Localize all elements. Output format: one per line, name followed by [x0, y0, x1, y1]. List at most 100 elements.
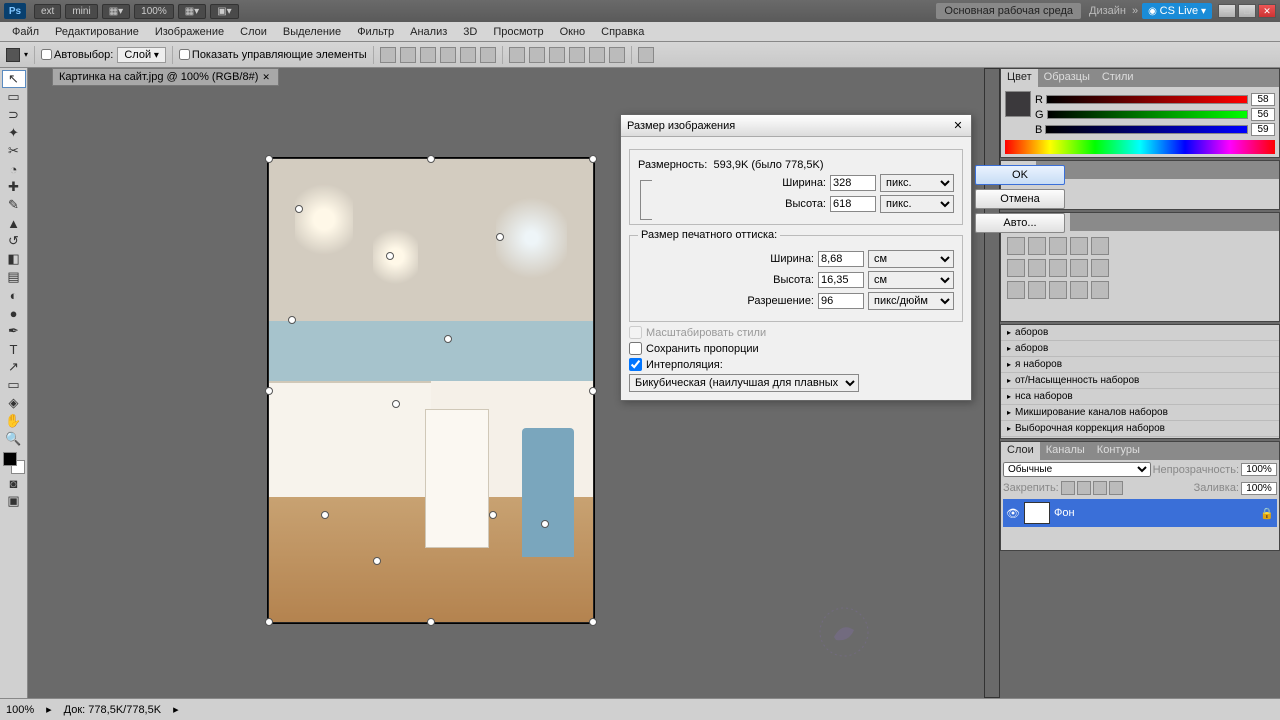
autoselect-check[interactable]: Автовыбор:	[41, 49, 113, 61]
mini-btn[interactable]: mini	[65, 4, 97, 19]
distribute-icon[interactable]	[529, 47, 545, 63]
adj-icon[interactable]	[1049, 259, 1067, 277]
current-color-icon[interactable]	[1005, 91, 1031, 117]
pixel-height-input[interactable]	[830, 196, 876, 212]
menu-view[interactable]: Просмотр	[485, 24, 551, 40]
adj-icon[interactable]	[1091, 259, 1109, 277]
align-icon[interactable]	[480, 47, 496, 63]
cancel-button[interactable]: Отмена	[975, 189, 1065, 209]
print-width-unit[interactable]: см	[868, 250, 954, 268]
distribute-icon[interactable]	[549, 47, 565, 63]
adj-icon[interactable]	[1049, 237, 1067, 255]
ext-btn[interactable]: ext	[34, 4, 61, 19]
g-value[interactable]: 56	[1251, 108, 1275, 121]
interp-check[interactable]	[629, 358, 642, 371]
zoom-tool[interactable]: 🔍	[2, 430, 26, 448]
resolution-input[interactable]	[818, 293, 864, 309]
lock-icon[interactable]	[1061, 481, 1075, 495]
adj-icon[interactable]	[1028, 237, 1046, 255]
canvas[interactable]	[268, 158, 594, 623]
lock-icon[interactable]	[1077, 481, 1091, 495]
layer-row[interactable]: 👁 Фон 🔒	[1003, 499, 1277, 527]
dialog-titlebar[interactable]: Размер изображения ✕	[621, 115, 971, 137]
pixel-width-input[interactable]	[830, 175, 876, 191]
menu-window[interactable]: Окно	[552, 24, 594, 40]
quickmask-tool[interactable]: ◙	[2, 474, 26, 492]
adj-icon[interactable]	[1091, 237, 1109, 255]
preset-item[interactable]: Выборочная коррекция наборов	[1001, 421, 1279, 437]
auto-button[interactable]: Авто...	[975, 213, 1065, 233]
preset-item[interactable]: от/Насыщенность наборов	[1001, 373, 1279, 389]
tab-color[interactable]: Цвет	[1001, 69, 1038, 87]
document-tab[interactable]: Картинка на сайт.jpg @ 100% (RGB/8#)✕	[52, 68, 279, 86]
preset-item[interactable]: я наборов	[1001, 357, 1279, 373]
adj-icon[interactable]	[1070, 237, 1088, 255]
menu-3d[interactable]: 3D	[455, 24, 485, 40]
align-icon[interactable]	[400, 47, 416, 63]
shape-tool[interactable]: ▭	[2, 376, 26, 394]
pen-tool[interactable]: ✒	[2, 322, 26, 340]
workspace-design[interactable]: Дизайн	[1083, 5, 1132, 17]
adj-icon[interactable]	[1091, 281, 1109, 299]
move-tool[interactable]: ↖	[2, 70, 26, 88]
constrain-check[interactable]	[629, 342, 642, 355]
tab-paths[interactable]: Контуры	[1091, 442, 1146, 460]
stamp-tool[interactable]: ▲	[2, 214, 26, 232]
align-icon[interactable]	[420, 47, 436, 63]
history-tool[interactable]: ↺	[2, 232, 26, 250]
tab-layers[interactable]: Слои	[1001, 442, 1040, 460]
blend-mode[interactable]: Обычные	[1003, 462, 1151, 477]
screenmode-tool[interactable]: ▣	[2, 492, 26, 510]
path-tool[interactable]: ↗	[2, 358, 26, 376]
adj-icon[interactable]	[1028, 281, 1046, 299]
pixel-height-unit[interactable]: пикс.	[880, 195, 954, 213]
dodge-tool[interactable]: ●	[2, 304, 26, 322]
menu-analyze[interactable]: Анализ	[402, 24, 455, 40]
marquee-tool[interactable]: ▭	[2, 88, 26, 106]
brush-tool[interactable]: ✎	[2, 196, 26, 214]
3d-tool[interactable]: ◈	[2, 394, 26, 412]
menu-image[interactable]: Изображение	[147, 24, 232, 40]
status-zoom[interactable]: 100%	[6, 704, 34, 716]
visibility-icon[interactable]: 👁	[1006, 507, 1020, 520]
distribute-icon[interactable]	[509, 47, 525, 63]
menu-filter[interactable]: Фильтр	[349, 24, 402, 40]
heal-tool[interactable]: ✚	[2, 178, 26, 196]
hand-tool[interactable]: ✋	[2, 412, 26, 430]
print-height-unit[interactable]: см	[868, 271, 954, 289]
zoom-level[interactable]: 100%	[134, 4, 174, 19]
menu-layers[interactable]: Слои	[232, 24, 275, 40]
preset-item[interactable]: аборов	[1001, 325, 1279, 341]
lock-icon[interactable]	[1109, 481, 1123, 495]
preset-item[interactable]: нса наборов	[1001, 389, 1279, 405]
r-value[interactable]: 58	[1251, 93, 1275, 106]
dialog-close-icon[interactable]: ✕	[951, 119, 965, 132]
distribute-icon[interactable]	[609, 47, 625, 63]
adj-icon[interactable]	[1070, 259, 1088, 277]
adj-icon[interactable]	[1007, 259, 1025, 277]
tab-close-icon[interactable]: ✕	[262, 72, 272, 83]
blur-tool[interactable]: ◐	[2, 286, 26, 304]
menu-edit[interactable]: Редактирование	[47, 24, 147, 40]
maximize-icon[interactable]: □	[1238, 4, 1256, 18]
show-controls-check[interactable]: Показать управляющие элементы	[179, 49, 367, 61]
adj-icon[interactable]	[1028, 259, 1046, 277]
collapsed-panel[interactable]	[984, 68, 1000, 698]
tab-styles[interactable]: Стили	[1096, 69, 1140, 87]
arrange-btn[interactable]: ▦▾	[102, 4, 130, 19]
tab-swatches[interactable]: Образцы	[1038, 69, 1096, 87]
print-height-input[interactable]	[818, 272, 864, 288]
pixel-width-unit[interactable]: пикс.	[880, 174, 954, 192]
align-icon[interactable]	[460, 47, 476, 63]
adj-icon[interactable]	[1007, 237, 1025, 255]
type-tool[interactable]: T	[2, 340, 26, 358]
wand-tool[interactable]: ✦	[2, 124, 26, 142]
close-icon[interactable]: ✕	[1258, 4, 1276, 18]
gradient-tool[interactable]: ▤	[2, 268, 26, 286]
preset-item[interactable]: аборов	[1001, 341, 1279, 357]
autoselect-target[interactable]: Слой ▾	[117, 47, 166, 63]
lock-icon[interactable]	[1093, 481, 1107, 495]
align-icon[interactable]	[380, 47, 396, 63]
screen-btn[interactable]: ▣▾	[210, 4, 238, 19]
menu-file[interactable]: Файл	[4, 24, 47, 40]
